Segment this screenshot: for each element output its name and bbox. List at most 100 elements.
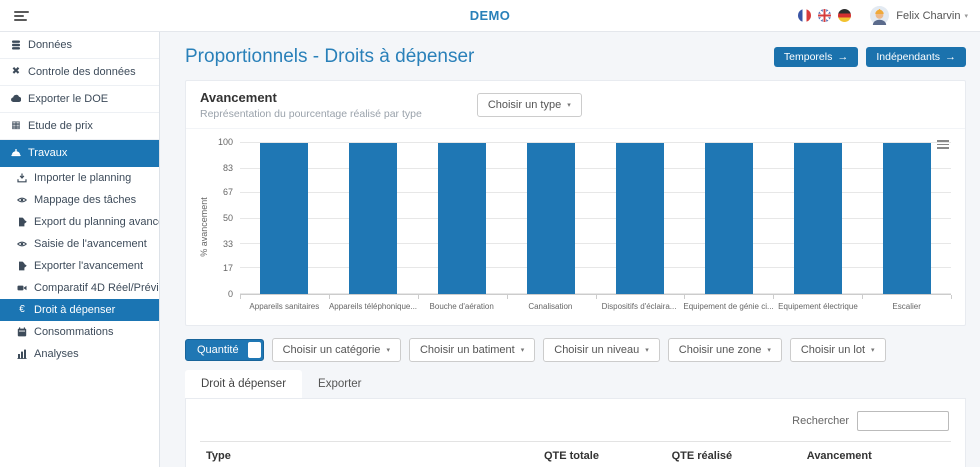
temporels-button[interactable]: Temporels → [774, 47, 858, 67]
x-axis-label: Equipement électrique [774, 302, 863, 311]
sidebar-item-mappage-des-taches[interactable]: Mappage des tâches [0, 189, 159, 211]
dropdown-label: Choisir un niveau [554, 344, 639, 356]
sidebar: Données ✖ Controle des données Exporter le … [0, 32, 160, 467]
helmet-icon [10, 148, 22, 158]
dropdown-label: Choisir une zone [679, 344, 762, 356]
tab-droit-a-depenser[interactable]: Droit à dépenser [185, 370, 302, 398]
sidebar-item-label: Analyses [34, 348, 79, 360]
nav-buttons: Temporels → Indépendants → [774, 47, 966, 67]
x-axis-label: Equipement de génie ci... [683, 302, 773, 311]
tab-exporter[interactable]: Exporter [302, 370, 377, 398]
x-axis-label: Escalier [862, 302, 951, 311]
bar-bouche-d-aeration [438, 143, 486, 294]
table-header-row: TypeQTE totaleQTE réaliséAvancement [200, 442, 951, 467]
y-axis: 01733506783100 [212, 143, 240, 295]
y-axis-title: % avancement [199, 197, 209, 257]
header-right: Felix Charvin ▾ [798, 6, 968, 25]
user-avatar[interactable] [870, 6, 889, 25]
y-axis-tick-label: 17 [223, 263, 233, 273]
filter-dropdown-choisir-un-categorie[interactable]: Choisir un catégorie▾ [272, 338, 401, 362]
caret-down-icon: ▾ [871, 346, 875, 354]
sidebar-item-droit-a-depenser[interactable]: €Droit à dépenser [0, 299, 159, 321]
y-axis-tick-label: 100 [218, 137, 233, 147]
x-axis-label: Dispositifs d'éclaira... [595, 302, 684, 311]
independants-button[interactable]: Indépendants → [866, 47, 966, 67]
sidebar-item-export-du-planning-avance[interactable]: Export du planning avancé [0, 211, 159, 233]
german-flag[interactable] [838, 9, 851, 22]
filter-dropdown-choisir-une-zone[interactable]: Choisir une zone ▾ [668, 338, 782, 362]
bar-appareils-telephonique [349, 143, 397, 294]
database-icon [10, 40, 22, 50]
chart-area: % avancement 01733506783100 Appareils sa… [186, 129, 965, 325]
import-icon [16, 173, 28, 183]
y-axis-tick-label: 83 [223, 163, 233, 173]
eye-icon [16, 239, 28, 249]
bar-equipement-de-genie-ci [705, 143, 753, 294]
sidebar-item-donnees[interactable]: Données [0, 32, 159, 59]
plot-area [240, 143, 951, 295]
app-header: DEMO Felix Charvin ▾ [0, 0, 980, 32]
sidebar-item-saisie-de-l-avancement[interactable]: Saisie de l'avancement [0, 233, 159, 255]
menu-icon[interactable] [12, 8, 31, 24]
filter-bar: Quantité Choisir un catégorie▾Choisir un… [185, 338, 966, 362]
sidebar-item-controle-des-donnees[interactable]: ✖ Controle des données [0, 59, 159, 86]
french-flag[interactable] [798, 9, 811, 22]
sidebar-item-label: Export du planning avancé [34, 216, 160, 228]
filter-dropdown-choisir-un-lot[interactable]: Choisir un lot ▾ [790, 338, 886, 362]
data-table: TypeQTE totaleQTE réaliséAvancement Appa… [200, 441, 951, 467]
filter-dropdowns: Choisir un catégorie▾ Choisir un batiment… [272, 338, 886, 362]
type-dropdown-label: Choisir un type [488, 99, 561, 111]
search-label: Rechercher [792, 415, 849, 427]
sidebar-item-label: Consommations [34, 326, 113, 338]
sidebar-item-importer-le-planning[interactable]: Importer le planning [0, 167, 159, 189]
y-axis-tick-label: 33 [223, 239, 233, 249]
column-header-qte-realise[interactable]: QTE réalisé [666, 442, 801, 467]
caret-down-icon: ▾ [767, 346, 771, 354]
bar-canalisation [527, 143, 575, 294]
dropdown-label: Choisir un batiment [420, 344, 515, 356]
sidebar-item-label: Importer le planning [34, 172, 131, 184]
sidebar-item-comparatif-4d-reel-previsionnel[interactable]: Comparatif 4D Réel/Prévisionnel [0, 277, 159, 299]
caret-down-icon: ▾ [386, 346, 390, 354]
filter-dropdown-choisir-un-batiment[interactable]: Choisir un batiment▾ [409, 338, 535, 362]
column-header-avancement[interactable]: Avancement [801, 442, 951, 467]
type-dropdown[interactable]: Choisir un type ▾ [477, 93, 582, 117]
bar-escalier [883, 143, 931, 294]
quantity-toggle[interactable]: Quantité [185, 339, 264, 361]
arrow-right-icon: → [837, 52, 848, 63]
y-axis-tick-label: 67 [223, 187, 233, 197]
caret-down-icon: ▾ [645, 346, 649, 354]
button-label: Temporels [784, 51, 832, 63]
bar-dispositifs-d-eclaira [616, 143, 664, 294]
chart-card: Avancement Représentation du pourcentage… [185, 80, 966, 326]
sidebar-item-label: Mappage des tâches [34, 194, 136, 206]
page-title: Proportionnels - Droits à dépenser [185, 46, 474, 68]
tools-icon: ✖ [10, 67, 22, 77]
sidebar-item-exporter-le-doe[interactable]: Exporter le DOE [0, 86, 159, 113]
filter-dropdown-choisir-un-niveau[interactable]: Choisir un niveau ▾ [543, 338, 660, 362]
file-export-icon [16, 217, 28, 227]
table-card: Rechercher TypeQTE totaleQTE réaliséAvan… [185, 398, 966, 467]
sidebar-item-label: Controle des données [28, 66, 136, 78]
column-header-type[interactable]: Type [200, 442, 538, 467]
sidebar-item-label: Comparatif 4D Réel/Prévisionnel [34, 282, 160, 294]
caret-down-icon: ▾ [567, 101, 571, 109]
cloud-icon [10, 94, 22, 104]
british-flag[interactable] [818, 9, 831, 22]
button-label: Indépendants [876, 51, 940, 63]
calendar-icon [16, 327, 28, 337]
search-input[interactable] [857, 411, 949, 431]
sidebar-item-consommations[interactable]: Consommations [0, 321, 159, 343]
sidebar-item-travaux[interactable]: Travaux [0, 140, 159, 167]
bar-appareils-sanitaires [260, 143, 308, 294]
column-header-qte-totale[interactable]: QTE totale [538, 442, 666, 467]
sidebar-item-analyses[interactable]: Analyses [0, 343, 159, 365]
user-menu[interactable]: Felix Charvin ▾ [896, 10, 968, 22]
sidebar-item-label: Travaux [28, 147, 67, 159]
chart-title: Avancement [200, 90, 422, 105]
sidebar-item-label: Droit à dépenser [34, 304, 115, 316]
arrow-right-icon: → [945, 52, 956, 63]
sidebar-item-etude-de-prix[interactable]: ▦Etude de prix [0, 113, 159, 140]
dropdown-label: Choisir un lot [801, 344, 865, 356]
sidebar-item-exporter-l-avancement[interactable]: Exporter l'avancement [0, 255, 159, 277]
